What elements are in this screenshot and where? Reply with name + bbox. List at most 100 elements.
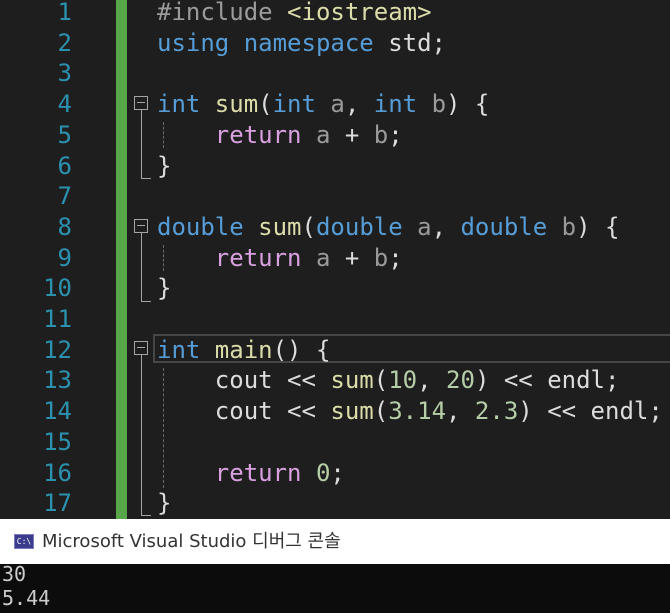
code-token: b — [373, 120, 389, 149]
code-token: ( — [258, 90, 273, 119]
code-token: a — [330, 90, 345, 119]
line-number: 7 — [57, 182, 72, 211]
line-number: 13 — [43, 366, 72, 395]
line-number: 14 — [43, 397, 72, 426]
line-number: 2 — [57, 28, 72, 57]
code-token: cout — [214, 366, 288, 395]
code-text: } — [157, 151, 171, 182]
code-line[interactable]: 6} — [0, 151, 670, 182]
line-number: 12 — [43, 335, 72, 364]
code-token: << — [287, 366, 331, 395]
code-text: return a + b; — [157, 243, 403, 274]
code-text: using namespace std; — [157, 28, 446, 59]
code-token: , — [431, 212, 461, 241]
code-token: using — [157, 28, 244, 57]
code-token: ) — [474, 366, 504, 395]
code-token: cout — [214, 397, 288, 426]
code-token: b — [373, 243, 389, 272]
code-text: int main() { — [157, 335, 330, 366]
code-line[interactable]: 16 return 0; — [0, 458, 670, 489]
code-token: int — [373, 90, 432, 119]
code-token: 2.3 — [474, 397, 519, 426]
code-line[interactable]: 13 cout << sum(10, 20) << endl; — [0, 365, 670, 396]
code-token: return — [214, 458, 316, 487]
code-token: sum — [330, 366, 374, 395]
code-token: ; — [388, 243, 403, 272]
code-text: return a + b; — [157, 120, 403, 151]
code-token: ; — [330, 458, 345, 487]
code-text: } — [157, 273, 171, 304]
line-number: 1 — [57, 0, 72, 26]
console-title-bar[interactable]: C:\ Microsoft Visual Studio 디버그 콘솔 — [0, 519, 670, 564]
code-token: endl; — [547, 366, 620, 395]
code-token: double — [157, 212, 259, 241]
code-line[interactable]: 2 using namespace std; — [0, 28, 670, 59]
code-token: ( — [301, 212, 316, 241]
code-line[interactable]: 8 double sum(double a, double b) { — [0, 212, 670, 243]
code-line[interactable]: 5 return a + b; — [0, 120, 670, 151]
code-token: 20 — [446, 366, 475, 395]
code-line[interactable]: 4 int sum(int a, int b) { — [0, 89, 670, 120]
code-token: return — [214, 120, 316, 149]
code-token: } — [157, 489, 172, 518]
console-output-line: 30 — [2, 562, 27, 586]
code-token: } — [157, 151, 172, 180]
console-app-icon: C:\ — [14, 534, 34, 549]
code-line[interactable]: 10} — [0, 273, 670, 304]
code-token: namespace — [243, 28, 389, 57]
code-line[interactable]: 9 return a + b; — [0, 243, 670, 274]
code-text: #include <iostream> — [157, 0, 432, 28]
code-text: return 0; — [157, 458, 345, 489]
line-number: 3 — [57, 59, 72, 88]
code-token: 0 — [315, 458, 331, 487]
code-editor[interactable]: 1 #include <iostream> 2 using namespace std… — [0, 0, 670, 519]
code-token: ; — [388, 120, 403, 149]
code-token: std; — [388, 28, 446, 57]
code-token: << — [287, 397, 331, 426]
code-token: + — [330, 243, 374, 272]
code-token: a — [315, 243, 331, 272]
code-line[interactable]: 11 — [0, 304, 670, 335]
line-number: 6 — [57, 151, 72, 180]
line-number: 4 — [57, 90, 72, 119]
code-text: } — [157, 488, 171, 519]
code-token: <iostream> — [287, 0, 432, 26]
code-line[interactable]: 17} — [0, 488, 670, 519]
code-token: , — [344, 90, 374, 119]
line-number: 11 — [43, 305, 72, 333]
code-token: double — [460, 212, 562, 241]
code-token: endl; — [590, 397, 663, 426]
line-number: 17 — [43, 489, 72, 518]
code-token: () { — [272, 335, 331, 364]
code-token: a — [417, 212, 432, 241]
line-number: 9 — [57, 243, 72, 272]
code-token: } — [157, 274, 172, 303]
code-token: ( — [373, 397, 389, 426]
code-line[interactable]: 15 — [0, 427, 670, 458]
code-line[interactable]: 7 — [0, 181, 670, 212]
code-token: return — [214, 243, 316, 272]
code-token: ) — [518, 397, 548, 426]
debug-console-window[interactable]: C:\ Microsoft Visual Studio 디버그 콘솔 30 5.… — [0, 519, 670, 613]
code-line[interactable]: 14 cout << sum(3.14, 2.3) << endl; — [0, 396, 670, 427]
code-token: sum — [214, 90, 259, 119]
code-token: b — [431, 90, 447, 119]
code-token: sum — [258, 212, 302, 241]
code-token: + — [330, 120, 374, 149]
code-line[interactable]: 1 #include <iostream> — [0, 0, 670, 28]
code-token: a — [315, 120, 331, 149]
console-title-text: Microsoft Visual Studio 디버그 콘솔 — [42, 531, 341, 552]
code-token: 3.14 — [388, 397, 447, 426]
code-token: ( — [373, 366, 389, 395]
line-number: 5 — [57, 120, 72, 149]
code-text: cout << sum(3.14, 2.3) << endl; — [157, 396, 663, 427]
code-token: 10 — [388, 366, 418, 395]
code-line[interactable]: 3 — [0, 58, 670, 89]
code-token: ) { — [446, 90, 490, 119]
code-line[interactable]: 12 int main() { — [0, 335, 670, 366]
code-token: << — [547, 397, 591, 426]
